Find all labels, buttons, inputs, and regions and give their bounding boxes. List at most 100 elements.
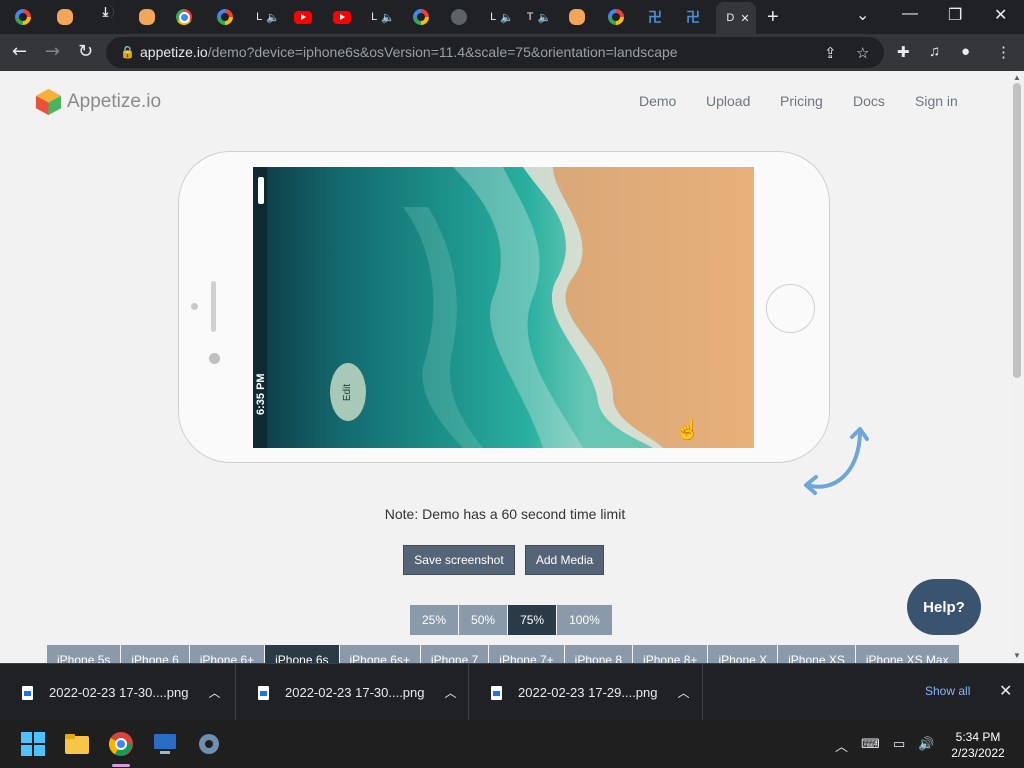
menu-icon[interactable]: ⋮ — [996, 43, 1011, 61]
download-item[interactable]: 2022-02-23 17-30....png ︿ — [236, 664, 469, 721]
extensions-icon[interactable]: ✚ — [897, 43, 910, 61]
active-app-indicator — [112, 764, 130, 767]
volume-icon[interactable]: 🔊 — [918, 736, 934, 752]
device-option[interactable]: iPhone 8+ — [633, 645, 709, 663]
page-scrollbar[interactable]: ▲ ▼ — [1010, 71, 1024, 663]
back-icon[interactable]: ← — [12, 41, 27, 62]
scale-option[interactable]: 100% — [557, 605, 613, 635]
add-media-button[interactable]: Add Media — [525, 545, 604, 575]
image-file-icon — [22, 685, 33, 700]
keyboard-icon[interactable]: ⌨ — [861, 736, 880, 752]
tab-audio[interactable]: T 🔈 — [520, 4, 554, 30]
nav-upload[interactable]: Upload — [706, 93, 750, 109]
chevron-up-icon[interactable]: ︿ — [445, 684, 457, 701]
downloads-shelf: 2022-02-23 17-30....png ︿ 2022-02-23 17-… — [0, 663, 1024, 721]
tab-youtube[interactable] — [286, 4, 320, 30]
scroll-up-arrow-icon[interactable]: ▲ — [1013, 73, 1021, 82]
chevron-up-icon[interactable]: ︿ — [678, 684, 690, 701]
close-window-icon[interactable]: ✕ — [994, 5, 1007, 25]
edit-button[interactable]: Edit — [330, 363, 366, 421]
rotate-device-icon[interactable] — [798, 423, 874, 499]
profile-icon[interactable]: ● — [961, 43, 970, 60]
close-shelf-icon[interactable]: ✕ — [999, 681, 1012, 701]
file-explorer-icon[interactable] — [64, 731, 90, 757]
tab-google[interactable] — [404, 4, 438, 30]
tab-globe[interactable] — [442, 4, 476, 30]
device-option[interactable]: iPhone XS — [778, 645, 856, 663]
tray-chevron-up-icon[interactable]: ︿ — [835, 736, 848, 755]
device-option[interactable]: iPhone 5s — [47, 645, 122, 663]
media-control-icon[interactable]: ♫ — [929, 43, 940, 60]
tab-audio[interactable]: L 🔈 — [483, 4, 517, 30]
download-item[interactable]: 2022-02-23 17-29....png ︿ — [469, 664, 703, 721]
site-logo[interactable]: Appetize.io — [34, 87, 161, 116]
google-icon — [217, 9, 233, 25]
tab-google[interactable] — [599, 4, 633, 30]
speaker-icon: 🔈 — [381, 11, 395, 24]
tab-coin[interactable] — [130, 4, 164, 30]
device-time: 6:35 PM — [255, 373, 267, 415]
device-option[interactable]: iPhone 7 — [420, 645, 490, 663]
minimize-icon[interactable]: — — [902, 5, 918, 23]
device-option[interactable]: iPhone 6s+ — [339, 645, 421, 663]
address-bar[interactable]: 🔒 appetize.io/demo?device=iphone6s&osVer… — [106, 37, 884, 68]
scrollbar-thumb[interactable] — [1013, 83, 1021, 378]
help-button[interactable]: Help? — [907, 579, 981, 635]
save-screenshot-button[interactable]: Save screenshot — [403, 545, 515, 575]
tab-youtube[interactable] — [325, 4, 359, 30]
tab-google[interactable] — [208, 4, 242, 30]
nav-demo[interactable]: Demo — [639, 93, 676, 109]
windows-start-icon[interactable] — [20, 731, 46, 757]
nav-pricing[interactable]: Pricing — [780, 93, 823, 109]
reload-icon[interactable]: ↻ — [78, 41, 93, 62]
network-icon[interactable]: ▭ — [893, 736, 905, 752]
speaker-icon: 🔈 — [266, 11, 280, 24]
device-option[interactable]: iPhone 7+ — [489, 645, 565, 663]
tab-pf[interactable]: 卍 — [638, 4, 672, 30]
restore-icon[interactable]: ❐ — [948, 5, 962, 25]
device-option[interactable]: iPhone X — [708, 645, 779, 663]
globe-icon — [451, 9, 467, 25]
bookmark-star-icon[interactable]: ☆ — [856, 44, 869, 62]
scroll-down-arrow-icon[interactable]: ▼ — [1013, 651, 1021, 660]
coin-icon — [57, 9, 73, 25]
device-option[interactable]: iPhone 6 — [121, 645, 190, 663]
pf-icon: 卍 — [686, 10, 700, 26]
tab-coin[interactable] — [560, 4, 594, 30]
device-selector: iPhone 5s iPhone 6 iPhone 6+ iPhone 6s i… — [47, 645, 960, 663]
show-all-downloads-link[interactable]: Show all — [925, 684, 970, 698]
coin-icon — [569, 9, 585, 25]
home-button[interactable] — [766, 284, 815, 333]
share-icon[interactable]: ⇪ — [824, 44, 837, 62]
tab-coin[interactable] — [48, 4, 82, 30]
chevron-up-icon[interactable]: ︿ — [209, 684, 221, 701]
device-option-selected[interactable]: iPhone 6s — [265, 645, 340, 663]
forward-icon[interactable]: → — [45, 41, 60, 62]
tab-audio[interactable]: L 🔈 — [249, 4, 283, 30]
system-clock[interactable]: 5:34 PM 2/23/2022 — [948, 729, 1008, 761]
device-option[interactable]: iPhone 8 — [564, 645, 634, 663]
tab-active-appetize[interactable]: D ✕ — [716, 2, 756, 34]
tab-google[interactable] — [6, 4, 40, 30]
nav-sign-in[interactable]: Sign in — [915, 93, 958, 109]
device-screen[interactable]: 6:35 PM Edit — [253, 167, 754, 448]
tab-search-icon[interactable]: ⌄ — [856, 5, 869, 25]
tab-pf[interactable]: 卍 — [676, 4, 710, 30]
scale-option[interactable]: 25% — [410, 605, 460, 635]
device-option[interactable]: iPhone XS Max — [855, 645, 960, 663]
url-text: appetize.io/demo?device=iphone6s&osVersi… — [140, 44, 678, 60]
download-item[interactable]: 2022-02-23 17-30....png ︿ — [0, 664, 236, 721]
tab-download[interactable]: ⤓ — [89, 4, 123, 30]
nav-docs[interactable]: Docs — [853, 93, 885, 109]
new-tab-button[interactable]: + — [767, 6, 779, 29]
close-tab-icon[interactable]: ✕ — [740, 12, 749, 25]
coin-icon — [139, 9, 155, 25]
chrome-icon[interactable] — [108, 731, 134, 757]
scale-option-selected[interactable]: 75% — [508, 605, 558, 635]
settings-gear-icon[interactable] — [196, 731, 222, 757]
tab-audio[interactable]: L 🔈 — [364, 4, 398, 30]
remote-desktop-icon[interactable] — [152, 731, 178, 757]
device-option[interactable]: iPhone 6+ — [189, 645, 266, 663]
scale-option[interactable]: 50% — [459, 605, 509, 635]
tab-chrome[interactable] — [167, 4, 201, 30]
